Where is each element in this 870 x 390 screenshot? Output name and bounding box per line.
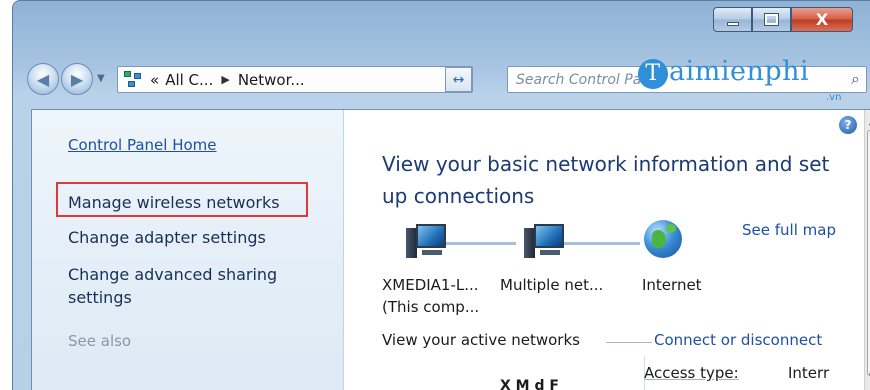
- minimize-icon: [726, 21, 739, 26]
- breadcrumb-all-control-panel[interactable]: All C...: [165, 71, 213, 89]
- content-area: Control Panel Home Manage wireless netwo…: [31, 109, 870, 390]
- node-label-network: Multiple net...: [500, 274, 603, 296]
- network-name: X M d F: [500, 378, 559, 390]
- divider: [606, 342, 652, 343]
- map-connector: [558, 242, 640, 245]
- node-label-line: Internet: [642, 276, 702, 294]
- page-title: View your basic network information and …: [382, 152, 830, 208]
- access-type-label: Access type:: [644, 364, 739, 382]
- close-icon: X: [815, 10, 829, 29]
- recent-pages-dropdown[interactable]: ▼: [97, 73, 105, 84]
- breadcrumb-network[interactable]: Networ...: [238, 71, 305, 89]
- watermark-text: aimienphi: [669, 56, 810, 87]
- vertical-scrollbar[interactable]: ▲ ▼: [864, 110, 870, 390]
- refresh-icon: ↔: [452, 71, 465, 88]
- maximize-icon: [764, 13, 779, 26]
- see-also-heading: See also: [68, 332, 132, 350]
- node-label-computer: XMEDIA1-L... (This comp...: [382, 274, 479, 318]
- active-networks-label: View your active networks: [382, 331, 580, 349]
- node-label-line: XMEDIA1-L...: [382, 276, 479, 294]
- refresh-button[interactable]: ↔: [445, 67, 472, 92]
- close-button[interactable]: X: [791, 7, 853, 32]
- maximize-button[interactable]: [752, 7, 791, 32]
- back-button[interactable]: ◀: [27, 63, 59, 95]
- globe-icon[interactable]: [644, 220, 682, 258]
- forward-button[interactable]: ▶: [61, 63, 93, 95]
- task-pane: Control Panel Home Manage wireless netwo…: [32, 110, 344, 390]
- manage-wireless-networks-link[interactable]: Manage wireless networks: [68, 193, 280, 212]
- access-type-value: Interr: [788, 364, 830, 382]
- watermark-logo: Taimienphi: [638, 56, 809, 89]
- node-label-internet: Internet: [642, 274, 702, 296]
- change-adapter-settings-link[interactable]: Change adapter settings: [68, 228, 266, 247]
- see-full-map-link[interactable]: See full map: [742, 221, 836, 239]
- connect-or-disconnect-link[interactable]: Connect or disconnect: [654, 331, 822, 349]
- watermark-mark: T: [638, 59, 668, 89]
- help-icon[interactable]: ?: [839, 116, 857, 134]
- breadcrumb-prefix[interactable]: «: [150, 71, 159, 89]
- computer-icon[interactable]: [406, 222, 452, 264]
- search-placeholder: Search Control Pa: [516, 71, 642, 88]
- change-advanced-sharing-link[interactable]: Change advanced sharing settings: [68, 263, 343, 309]
- node-label-line: (This comp...: [382, 298, 480, 316]
- node-label-line: Multiple net...: [500, 276, 604, 294]
- control-panel-home-link[interactable]: Control Panel Home: [68, 136, 217, 154]
- main-pane: ? View your basic network information an…: [344, 110, 864, 390]
- caption-buttons: X: [713, 7, 853, 32]
- forward-arrow-icon: ▶: [70, 69, 84, 89]
- back-arrow-icon: ◀: [36, 69, 50, 89]
- network-folder-icon: [124, 70, 144, 89]
- minimize-button[interactable]: [713, 7, 752, 32]
- network-icon[interactable]: [524, 222, 570, 264]
- watermark-domain: .vn: [826, 92, 842, 103]
- breadcrumb-separator[interactable]: ▶: [221, 73, 229, 86]
- search-icon[interactable]: ⌕: [851, 69, 860, 89]
- address-bar[interactable]: « All C... ▶ Networ... ▼: [117, 66, 526, 93]
